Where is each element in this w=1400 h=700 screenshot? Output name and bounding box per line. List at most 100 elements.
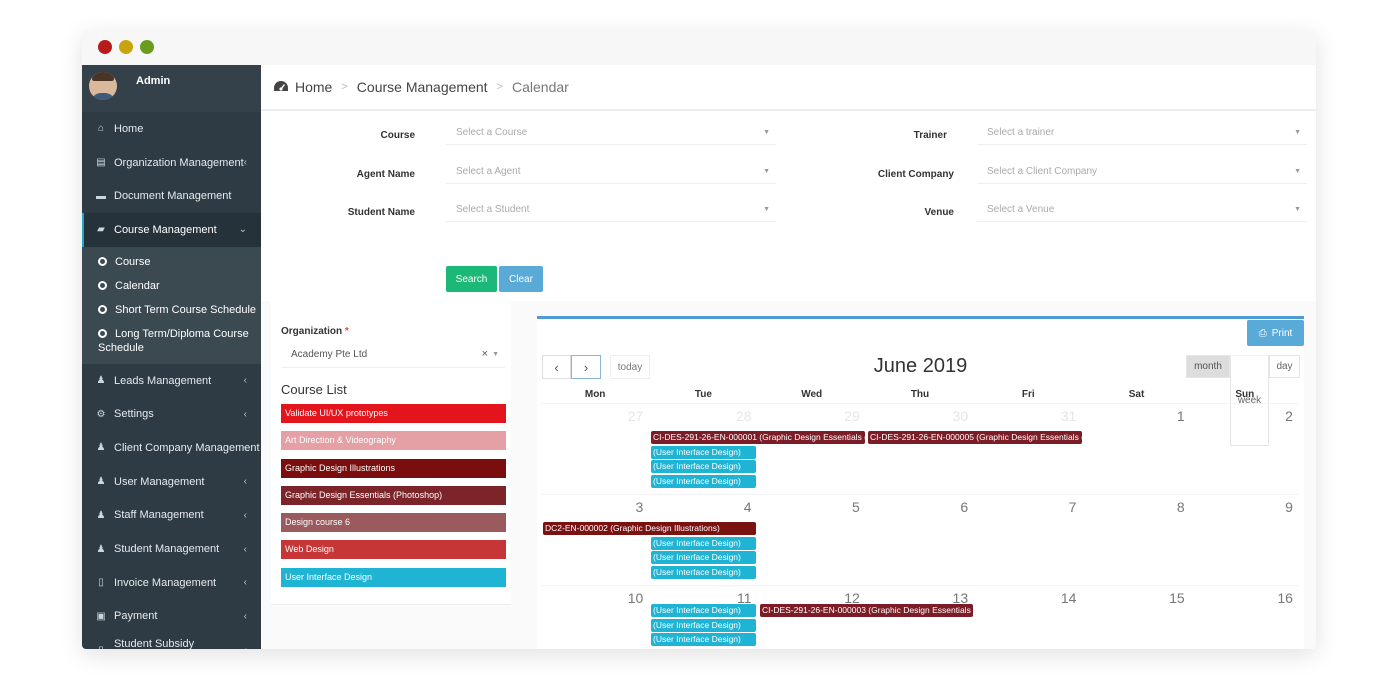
calendar-grid: 27 28 29 30 31 1 2 CI-DES-291-26-EN-0000…	[541, 403, 1299, 649]
day-cell[interactable]: 7	[974, 495, 1082, 585]
client-company-select[interactable]: Select a Client Company ▼	[977, 160, 1307, 184]
calendar-event[interactable]: (User Interface Design)	[651, 619, 756, 632]
calendar-event[interactable]: CI-DES-291-26-EN-000003 (Graphic Design …	[760, 604, 973, 617]
clear-selection-icon[interactable]: ×	[482, 341, 488, 368]
day-cell[interactable]: 3	[541, 495, 649, 585]
organization-select[interactable]: Academy Pte Ltd × ▼	[281, 341, 505, 368]
sidebar-item-settings[interactable]: ⚙ Settings ‹	[82, 397, 261, 431]
sidebar-item-student[interactable]: ♟ Student Management ‹	[82, 532, 261, 566]
calendar-event[interactable]: (User Interface Design)	[651, 566, 756, 579]
clear-button[interactable]: Clear	[499, 266, 543, 292]
day-cell[interactable]: 14	[974, 586, 1082, 649]
breadcrumb-section[interactable]: Course Management	[357, 79, 488, 95]
calendar-event[interactable]: (User Interface Design)	[651, 633, 756, 646]
course-item[interactable]: Graphic Design Essentials (Photoshop)	[281, 485, 506, 505]
trainer-select[interactable]: Select a trainer ▼	[977, 121, 1307, 145]
user-icon: ♟	[96, 509, 106, 521]
day-number: 10	[627, 590, 644, 606]
print-label: Print	[1271, 327, 1293, 339]
circle-icon	[98, 256, 107, 266]
day-cell[interactable]: 10	[541, 586, 649, 649]
sidebar-item-course-management[interactable]: ▰ Course Management ⌄	[82, 213, 261, 247]
calendar-event[interactable]: (User Interface Design)	[651, 446, 756, 459]
course-item[interactable]: Design course 6	[281, 513, 506, 533]
day-cell[interactable]: 13	[866, 586, 974, 649]
breadcrumb-home[interactable]: Home	[295, 79, 332, 95]
day-headers: Mon Tue Wed Thu Fri Sat Sun	[541, 387, 1299, 403]
client-company-placeholder: Select a Client Company	[987, 166, 1098, 177]
day-number: 15	[1169, 590, 1185, 606]
day-header: Thu	[910, 389, 930, 400]
sidebar-item-home[interactable]: ⌂ Home	[82, 112, 261, 146]
day-cell[interactable]: 6	[866, 495, 974, 585]
student-label: Student Name	[347, 207, 415, 218]
submenu-label: Calendar	[115, 279, 160, 292]
venue-select[interactable]: Select a Venue ▼	[977, 198, 1307, 222]
sidebar-item-client-company[interactable]: ♟ Client Company Management ‹	[82, 431, 261, 465]
day-cell[interactable]: 16	[1191, 586, 1299, 649]
day-number: 3	[635, 499, 644, 515]
day-view-button[interactable]: day	[1269, 355, 1300, 378]
money-icon: ▣	[96, 610, 106, 622]
calendar-event[interactable]: (User Interface Design)	[651, 551, 756, 564]
calendar-event[interactable]: CI-DES-291-26-EN-000005 (Graphic Design …	[868, 431, 1082, 444]
close-window-icon[interactable]	[98, 40, 112, 54]
day-cell[interactable]: 15	[1082, 586, 1190, 649]
course-item[interactable]: Art Direction & Videography	[281, 431, 506, 451]
month-view-button[interactable]: month	[1186, 355, 1230, 378]
student-placeholder: Select a Student	[456, 204, 530, 215]
day-cell[interactable]: 31	[974, 404, 1082, 494]
submenu-course[interactable]: Course	[82, 250, 261, 274]
sidebar-item-label: Organization Management	[114, 156, 244, 169]
chevron-left-icon: ‹	[243, 408, 247, 420]
day-cell[interactable]: 12	[758, 586, 866, 649]
day-cell[interactable]: 8	[1082, 495, 1190, 585]
search-button[interactable]: Search	[446, 266, 497, 292]
sidebar-item-document[interactable]: ▬ Document Management	[82, 179, 261, 213]
browser-window: Admin ⌂ Home ▤ Organization Management ‹ ▬ D…	[82, 30, 1316, 649]
calendar-event[interactable]: (User Interface Design)	[651, 537, 756, 550]
calendar-panel: ⎙ Print ‹ › today June 2019 month week da…	[537, 316, 1304, 649]
day-number: 28	[735, 408, 752, 424]
sidebar-item-organization[interactable]: ▤ Organization Management ‹	[82, 146, 261, 180]
sidebar-item-subsidy[interactable]: ▯ Student Subsidy Management ‹	[82, 633, 261, 649]
submenu-calendar[interactable]: Calendar	[82, 274, 261, 298]
course-item[interactable]: Validate UI/UX prototypes	[281, 404, 506, 423]
agent-select[interactable]: Select a Agent ▼	[446, 160, 776, 184]
submenu-long-term[interactable]: Long Term/Diploma Course Schedule	[82, 322, 261, 360]
sidebar-item-payment[interactable]: ▣ Payment ‹	[82, 600, 261, 634]
calendar-event[interactable]: (User Interface Design)	[651, 460, 756, 473]
circle-icon	[98, 304, 107, 314]
day-cell[interactable]: 27	[541, 404, 649, 494]
sidebar-item-leads[interactable]: ♟ Leads Management ‹	[82, 364, 261, 398]
calendar-event[interactable]: (User Interface Design)	[651, 475, 756, 488]
calendar-week: 10 11 12 13 14 15 16 (User Interface Des…	[541, 585, 1299, 649]
dashboard-icon	[274, 81, 288, 91]
calendar-event[interactable]: (User Interface Design)	[651, 604, 756, 617]
sidebar-item-staff[interactable]: ♟ Staff Management ‹	[82, 499, 261, 533]
calendar-event[interactable]: CI-DES-291-26-EN-000001 (Graphic Design …	[651, 431, 865, 444]
day-cell[interactable]: 29	[758, 404, 866, 494]
sidebar-item-user-management[interactable]: ♟ User Management ‹	[82, 465, 261, 499]
day-cell[interactable]: 1	[1082, 404, 1190, 494]
day-number: 14	[1060, 590, 1077, 606]
course-item[interactable]: User Interface Design	[281, 567, 506, 587]
day-cell[interactable]: 2	[1191, 404, 1299, 494]
day-cell[interactable]: 5	[758, 495, 866, 585]
student-select[interactable]: Select a Student ▼	[446, 198, 776, 222]
sidebar-item-label: Document Management	[114, 190, 232, 203]
submenu-short-term[interactable]: Short Term Course Schedule	[82, 298, 261, 322]
course-select[interactable]: Select a Course ▼	[446, 121, 776, 145]
calendar-week: 3 4 5 6 7 8 9 DC2-EN-000002 (Graphic Des…	[541, 494, 1299, 585]
day-number: 9	[1285, 499, 1293, 515]
course-item[interactable]: Web Design	[281, 540, 506, 560]
calendar-event[interactable]: DC2-EN-000002 (Graphic Design Illustrati…	[543, 522, 756, 535]
course-list-title: Course List	[281, 382, 347, 397]
sidebar-item-invoice[interactable]: ▯ Invoice Management ‹	[82, 566, 261, 600]
minimize-window-icon[interactable]	[119, 40, 133, 54]
print-button[interactable]: ⎙ Print	[1247, 320, 1304, 346]
day-cell[interactable]: 9	[1191, 495, 1299, 585]
maximize-window-icon[interactable]	[140, 40, 154, 54]
course-item[interactable]: Graphic Design Illustrations	[281, 458, 506, 478]
day-cell[interactable]: 30	[866, 404, 974, 494]
